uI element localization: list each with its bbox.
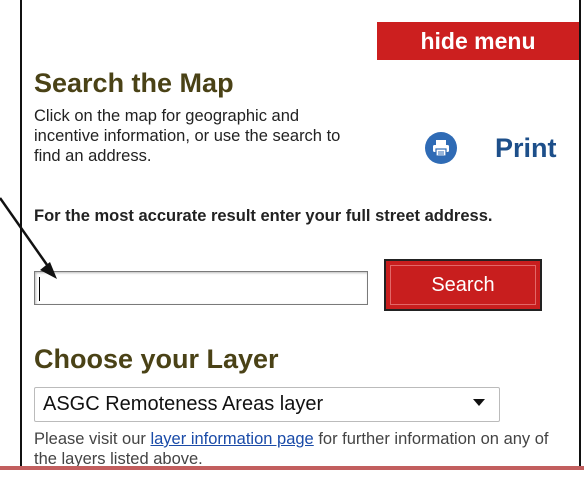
layer-info-prefix: Please visit our — [34, 430, 151, 448]
search-button-label: Search — [431, 273, 495, 296]
layer-information-link[interactable]: layer information page — [150, 430, 313, 448]
search-button[interactable]: Search — [384, 259, 542, 311]
layer-select-value: ASGC Remoteness Areas layer — [43, 393, 324, 415]
layer-select-dropdown[interactable]: ASGC Remoteness Areas layer — [34, 387, 500, 422]
address-hint: For the most accurate result enter your … — [34, 207, 493, 225]
print-label: Print — [495, 132, 557, 163]
address-search-input[interactable] — [34, 271, 368, 305]
hide-menu-button[interactable]: hide menu — [377, 22, 579, 60]
panel-right-border — [579, 0, 581, 470]
chevron-down-icon — [473, 399, 485, 406]
print-icon — [425, 132, 457, 164]
layer-info-text: Please visit our layer information page … — [34, 429, 554, 469]
print-button[interactable]: Print — [425, 132, 557, 164]
sidebar-menu-panel: hide menu Search the Map Click on the ma… — [0, 0, 584, 470]
layer-section-title: Choose your Layer — [34, 344, 279, 374]
search-description: Click on the map for geographic and ince… — [34, 107, 341, 165]
annotation-arrow-icon — [0, 197, 57, 279]
panel-bottom-rule — [0, 466, 584, 470]
